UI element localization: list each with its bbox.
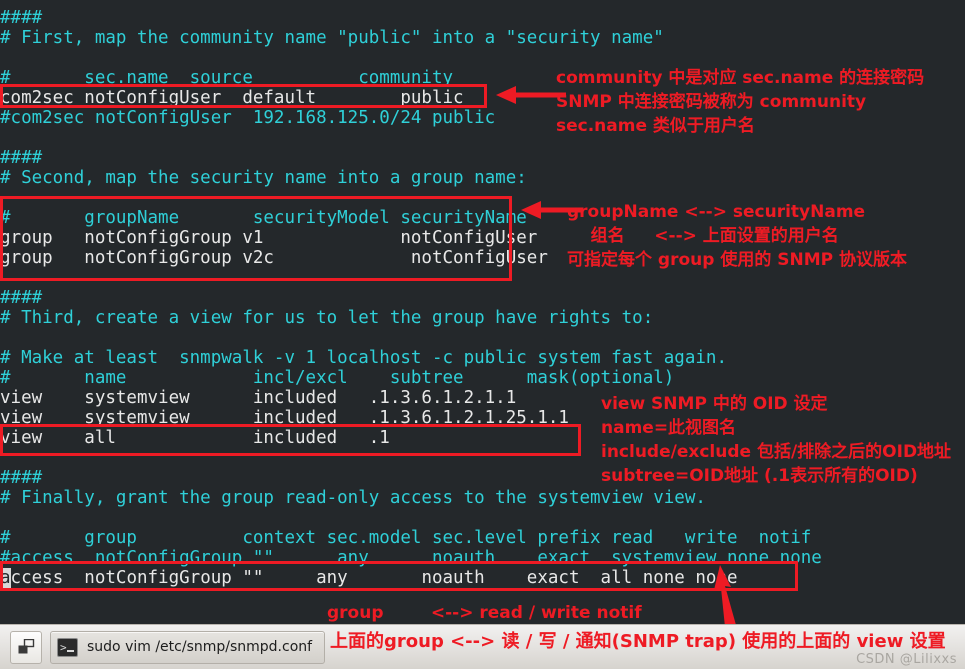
annotation-line: include/exclude 包括/排除之后的OID地址 [601, 442, 952, 462]
terminal-line: #### [0, 468, 43, 488]
show-desktop-icon[interactable] [10, 630, 42, 664]
terminal-line: #access notConfigGroup "" any noauth exa… [0, 548, 822, 568]
annotation-line: sec.name 类似于用户名 [556, 116, 755, 136]
terminal-line: view systemview included .1.3.6.1.2.1.25… [0, 408, 569, 428]
terminal-line: # First, map the community name "public"… [0, 28, 664, 48]
terminal-line-rest: ccess notConfigGroup "" any noauth exact… [10, 568, 738, 588]
annotation-line: subtree=OID地址 (.1表示所有的OID) [601, 466, 918, 486]
terminal-line: # group context sec.model sec.level pref… [0, 528, 812, 548]
annotation-line: view SNMP 中的 OID 设定 [601, 394, 828, 414]
terminal-line: # Third, create a view for us to let the… [0, 308, 654, 328]
annotation-access-cjk: 上面的group <--> 读 / 写 / 通知(SNMP trap) 使用的上… [330, 630, 946, 654]
annotation-group: groupName <--> securityName 组名 <--> 上面设置… [567, 200, 907, 272]
annotation-view: view SNMP 中的 OID 设定 name=此视图名 include/excl… [601, 392, 951, 488]
annotation-line: 组名 <--> 上面设置的用户名 [567, 226, 839, 246]
terminal-line: group notConfigGroup v1 notConfigUser [0, 228, 538, 248]
annotation-access-latin: group <--> read / write notif [327, 601, 642, 625]
terminal-line: # sec.name source community [0, 68, 454, 88]
annotation-line: SNMP 中连接密码被称为 community [556, 92, 867, 112]
vim-block-cursor: a [0, 568, 11, 588]
annotation-line: 上面的group <--> 读 / 写 / 通知(SNMP trap) 使用的上… [330, 631, 946, 652]
windows-overlap-icon [18, 639, 34, 654]
annotation-line: group <--> read / write notif [327, 603, 642, 623]
terminal-line: # name incl/excl subtree mask(optional) [0, 368, 675, 388]
terminal-icon [57, 637, 78, 657]
taskbar-window-button[interactable]: sudo vim /etc/snmp/snmpd.conf [50, 630, 326, 664]
terminal-line: # Finally, grant the group read-only acc… [0, 488, 706, 508]
terminal-line-with-cursor: access notConfigGroup "" any noauth exac… [0, 568, 738, 588]
terminal-line: view systemview included .1.3.6.1.2.1.1 [0, 388, 517, 408]
annotation-community: community 中是对应 sec.name 的连接密码 SNMP 中连接密码被… [556, 66, 924, 138]
terminal-line: #### [0, 8, 43, 28]
terminal-line: #com2sec notConfigUser 192.168.125.0/24 … [0, 108, 496, 128]
terminal-line: view all included .1 [0, 428, 390, 448]
terminal-line: #### [0, 148, 43, 168]
terminal-line: # Second, map the security name into a g… [0, 168, 527, 188]
terminal-line: #### [0, 288, 43, 308]
screenshot-root: #### # First, map the community name "pu… [0, 0, 965, 669]
watermark: CSDN @Lilixxs [856, 652, 957, 667]
annotation-line: 可指定每个 group 使用的 SNMP 协议版本 [567, 250, 908, 270]
terminal-line: # groupName securityModel securityName [0, 208, 527, 228]
taskbar-window-title: sudo vim /etc/snmp/snmpd.conf [87, 639, 313, 655]
annotation-line: community 中是对应 sec.name 的连接密码 [556, 68, 925, 88]
terminal-line: group notConfigGroup v2c notConfigUser [0, 248, 548, 268]
terminal-line: com2sec notConfigUser default public [0, 88, 464, 108]
terminal-line: # Make at least snmpwalk -v 1 localhost … [0, 348, 727, 368]
annotation-line: groupName <--> securityName [567, 202, 866, 222]
annotation-line: name=此视图名 [601, 418, 737, 438]
